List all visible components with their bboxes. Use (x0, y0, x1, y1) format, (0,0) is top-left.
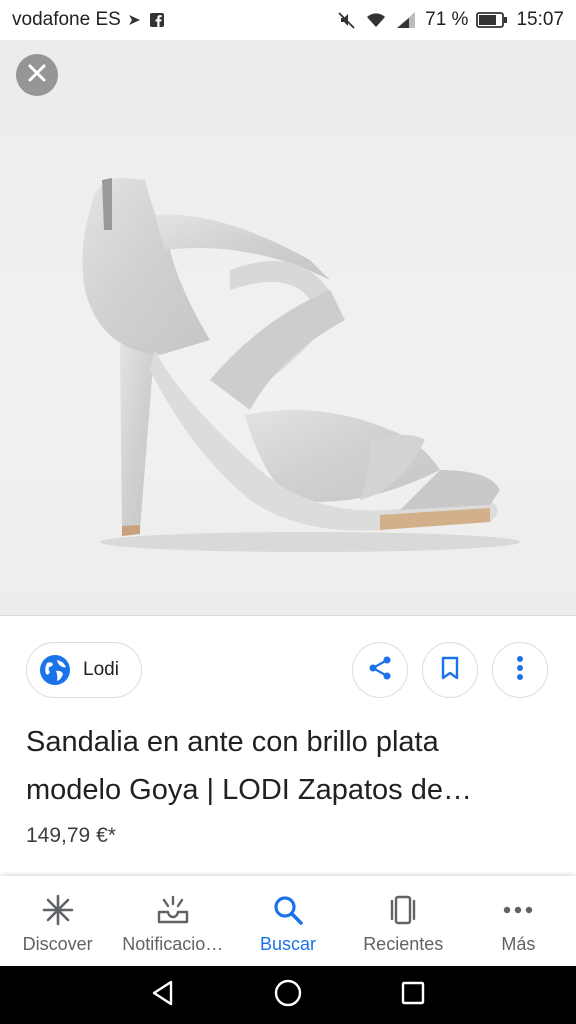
share-button[interactable] (352, 642, 408, 698)
more-horiz-icon (500, 892, 536, 928)
nav-discover[interactable]: Discover (0, 876, 115, 966)
battery-icon (476, 11, 508, 29)
nav-recents[interactable]: Recientes (346, 876, 461, 966)
home-circle-icon (273, 978, 303, 1013)
source-name: Lodi (83, 659, 119, 680)
screen: vodafone ES 71 % 15:07 Lodi Sandalia en … (0, 0, 576, 1024)
system-navigation-bar (0, 966, 576, 1024)
mute-icon (337, 10, 357, 30)
result-title-line1: Sandalia en ante con brillo plata (26, 726, 439, 758)
status-right: 71 % 15:07 (337, 9, 564, 31)
nav-search[interactable]: Buscar (230, 876, 345, 966)
signal-arrow-icon (127, 12, 143, 28)
result-title-line2: modelo Goya | LODI Zapatos de… (26, 774, 472, 806)
more-options-button[interactable] (492, 642, 548, 698)
recents-icon (385, 892, 421, 928)
carrier-name: vodafone ES (12, 9, 121, 30)
back-triangle-icon (149, 979, 177, 1012)
overview-button[interactable] (393, 975, 433, 1015)
facebook-icon (149, 12, 165, 28)
home-button[interactable] (268, 975, 308, 1015)
status-left: vodafone ES (12, 9, 165, 31)
close-button[interactable] (16, 54, 58, 96)
clock: 15:07 (516, 9, 564, 30)
asterisk-icon (40, 892, 76, 928)
globe-icon (39, 654, 71, 686)
share-icon (367, 655, 393, 686)
result-title[interactable]: Sandalia en ante con brillo plata modelo… (26, 718, 546, 814)
wifi-icon (365, 10, 387, 30)
cell-signal-icon (395, 10, 417, 30)
source-chip[interactable]: Lodi (26, 642, 142, 698)
nav-notifications[interactable]: Notificacio… (115, 876, 230, 966)
tray-icon (155, 892, 191, 928)
search-icon (270, 892, 306, 928)
nav-more-label: Más (501, 934, 536, 954)
image-viewer[interactable] (0, 40, 576, 616)
nav-discover-label: Discover (22, 934, 93, 954)
save-button[interactable] (422, 642, 478, 698)
nav-recents-label: Recientes (363, 934, 444, 954)
more-vert-icon (516, 655, 524, 686)
nav-notifications-label: Notificacio… (122, 934, 224, 954)
bottom-navigation: Discover Notificacio… Buscar Recientes M… (0, 876, 576, 966)
back-button[interactable] (143, 975, 183, 1015)
source-row: Lodi (0, 640, 576, 702)
nav-search-label: Buscar (259, 934, 317, 954)
shoe-image (60, 170, 520, 565)
overview-square-icon (400, 980, 426, 1011)
nav-more[interactable]: Más (461, 876, 576, 966)
result-price: 149,79 €* (26, 824, 116, 847)
status-bar: vodafone ES 71 % 15:07 (0, 0, 576, 40)
bookmark-icon (439, 655, 461, 686)
close-icon (27, 63, 47, 88)
battery-percent: 71 % (425, 9, 469, 30)
